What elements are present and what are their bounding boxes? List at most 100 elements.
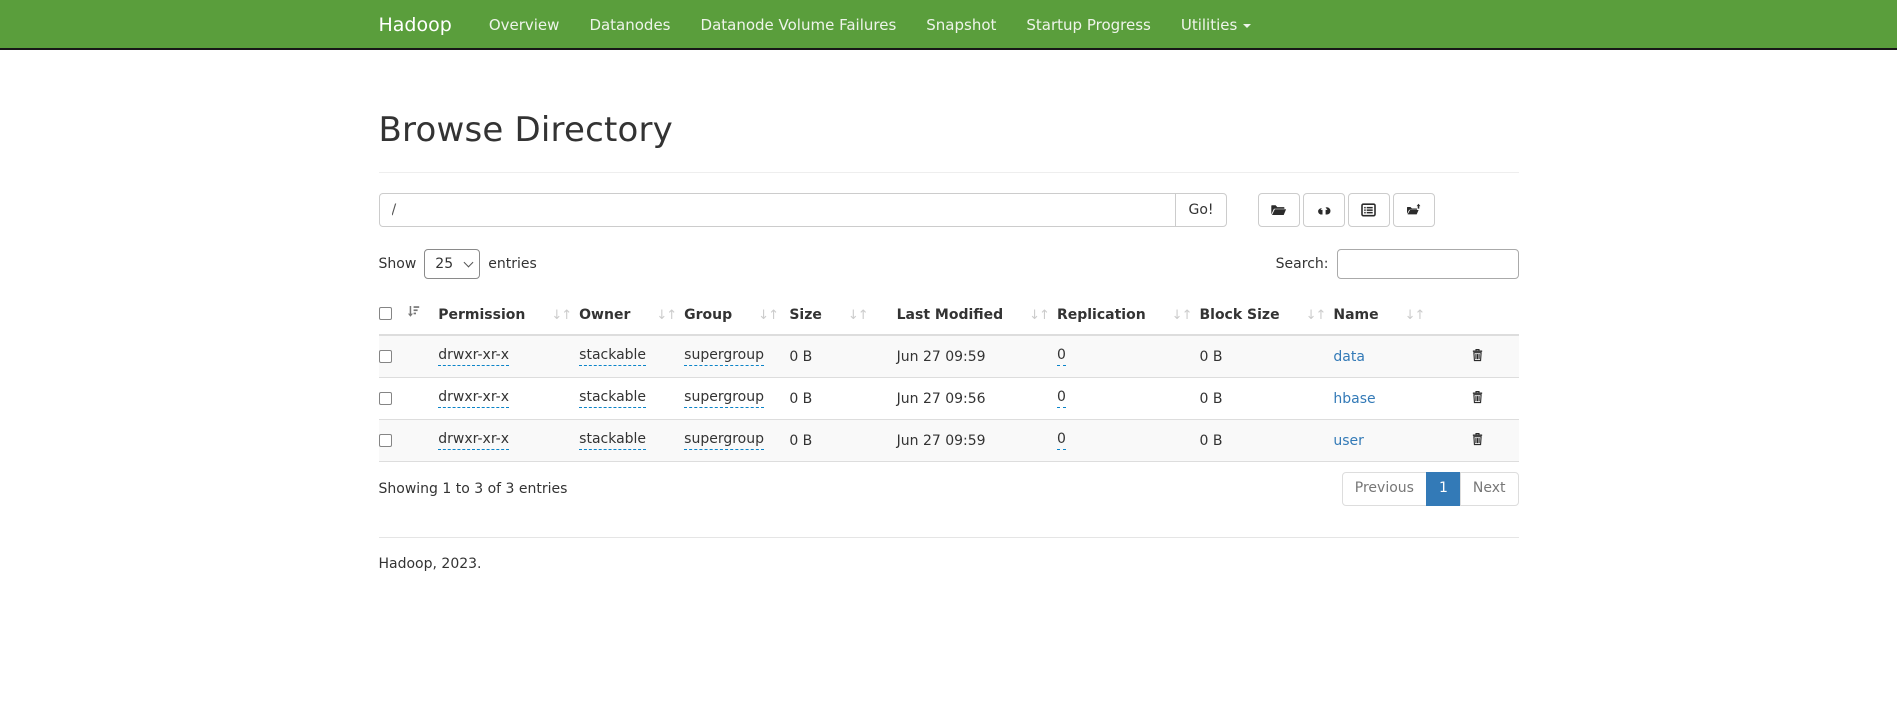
show-entries-control: Show 25 entries (379, 249, 537, 279)
trash-icon (1471, 392, 1484, 407)
upload-files-button[interactable] (1303, 193, 1345, 227)
last-modified-value: Jun 27 09:56 (897, 391, 986, 407)
header-actions (1469, 295, 1518, 335)
size-value: 0 B (789, 391, 812, 407)
upload-icon (1316, 203, 1332, 217)
navbar-links: Overview Datanodes Datanode Volume Failu… (474, 0, 1267, 50)
header-replication[interactable]: Replication↓↑ (1057, 295, 1200, 335)
last-modified-value: Jun 27 09:59 (897, 433, 986, 449)
search-label: Search: (1276, 256, 1329, 272)
nav-datanode-volume-failures[interactable]: Datanode Volume Failures (686, 0, 912, 50)
header-name[interactable]: Name↓↑ (1333, 295, 1469, 335)
sort-by-attributes-icon[interactable] (406, 305, 420, 322)
size-value: 0 B (789, 433, 812, 449)
row-checkbox[interactable] (379, 392, 392, 405)
owner-value[interactable]: stackable (579, 431, 646, 450)
header-owner[interactable]: Owner↓↑ (579, 295, 684, 335)
group-value[interactable]: supergroup (684, 347, 764, 366)
pagination-page-1[interactable]: 1 (1427, 472, 1461, 506)
nav-snapshot[interactable]: Snapshot (911, 0, 1011, 50)
sort-icon: ↓↑ (1306, 308, 1326, 323)
table-row: drwxr-xr-x stackable supergroup 0 B Jun … (379, 378, 1519, 420)
permission-value[interactable]: drwxr-xr-x (438, 389, 509, 408)
delete-button[interactable] (1469, 430, 1486, 451)
list-alt-icon (1361, 203, 1376, 217)
footer-divider (379, 537, 1519, 538)
replication-value[interactable]: 0 (1057, 389, 1066, 408)
sort-icon: ↓↑ (1172, 308, 1192, 323)
permission-value[interactable]: drwxr-xr-x (438, 431, 509, 450)
replication-value[interactable]: 0 (1057, 431, 1066, 450)
sort-icon: ↓↑ (758, 308, 778, 323)
directory-path-input[interactable] (379, 193, 1177, 227)
pagination-next[interactable]: Next (1461, 472, 1519, 506)
cut-paste-button[interactable] (1393, 193, 1435, 227)
create-directory-button[interactable] (1258, 193, 1300, 227)
header-last-modified[interactable]: Last Modified↓↑ (897, 295, 1057, 335)
directory-link[interactable]: hbase (1333, 391, 1375, 407)
last-modified-value: Jun 27 09:59 (897, 349, 986, 365)
nav-utilities-dropdown[interactable]: Utilities (1166, 0, 1266, 50)
block-size-value: 0 B (1199, 349, 1222, 365)
nav-utilities-label: Utilities (1181, 16, 1237, 34)
delete-button[interactable] (1469, 346, 1486, 367)
search-control: Search: (1276, 249, 1519, 279)
table-header-row: Permission↓↑ Owner↓↑ Group↓↑ Size↓↑ Last… (379, 295, 1519, 335)
owner-value[interactable]: stackable (579, 389, 646, 408)
permission-value[interactable]: drwxr-xr-x (438, 347, 509, 366)
footer-text: Hadoop, 2023. (379, 556, 1519, 572)
row-checkbox[interactable] (379, 434, 392, 447)
filter-display-button[interactable] (1348, 193, 1390, 227)
header-permission[interactable]: Permission↓↑ (438, 295, 579, 335)
select-all-checkbox[interactable] (379, 307, 392, 320)
sort-icon: ↓↑ (551, 308, 571, 323)
directory-link[interactable]: user (1333, 433, 1364, 449)
group-value[interactable]: supergroup (684, 389, 764, 408)
file-action-buttons (1258, 193, 1438, 227)
nav-startup-progress[interactable]: Startup Progress (1011, 0, 1165, 50)
sort-icon: ↓↑ (1029, 308, 1049, 323)
replication-value[interactable]: 0 (1057, 347, 1066, 366)
sort-icon: ↓↑ (848, 308, 868, 323)
entries-label: entries (488, 256, 537, 272)
pagination-previous[interactable]: Previous (1342, 472, 1427, 506)
sort-icon: ↓↑ (656, 308, 676, 323)
table-row: drwxr-xr-x stackable supergroup 0 B Jun … (379, 420, 1519, 462)
owner-value[interactable]: stackable (579, 347, 646, 366)
sort-icon: ↓↑ (1405, 308, 1425, 323)
table-controls: Show 25 entries Search: (379, 249, 1519, 279)
header-size[interactable]: Size↓↑ (789, 295, 896, 335)
pagination: Previous 1 Next (1342, 472, 1519, 506)
nav-overview[interactable]: Overview (474, 0, 575, 50)
header-group[interactable]: Group↓↑ (684, 295, 789, 335)
go-button[interactable]: Go! (1175, 193, 1226, 227)
page-title: Browse Directory (379, 110, 1519, 150)
block-size-value: 0 B (1199, 391, 1222, 407)
search-input[interactable] (1337, 249, 1519, 279)
size-value: 0 B (789, 349, 812, 365)
navbar: Hadoop Overview Datanodes Datanode Volum… (0, 0, 1897, 50)
show-label: Show (379, 256, 417, 272)
table-row: drwxr-xr-x stackable supergroup 0 B Jun … (379, 335, 1519, 378)
folder-open-icon (1270, 203, 1287, 217)
trash-icon (1471, 350, 1484, 365)
page-size-value: 25 (435, 256, 453, 272)
chevron-down-icon (464, 258, 474, 268)
row-checkbox[interactable] (379, 350, 392, 363)
directory-table: Permission↓↑ Owner↓↑ Group↓↑ Size↓↑ Last… (379, 295, 1519, 462)
block-size-value: 0 B (1199, 433, 1222, 449)
table-info: Showing 1 to 3 of 3 entries (379, 481, 568, 497)
path-input-group: Go! (379, 193, 1227, 227)
page-header: Browse Directory (379, 50, 1519, 173)
header-block-size[interactable]: Block Size↓↑ (1199, 295, 1333, 335)
folder-move-icon (1406, 203, 1422, 217)
directory-toolbar: Go! (379, 193, 1519, 227)
page-size-select[interactable]: 25 (424, 249, 480, 279)
directory-link[interactable]: data (1333, 349, 1365, 365)
group-value[interactable]: supergroup (684, 431, 764, 450)
trash-icon (1471, 434, 1484, 449)
navbar-brand[interactable]: Hadoop (379, 0, 452, 50)
nav-datanodes[interactable]: Datanodes (574, 0, 685, 50)
delete-button[interactable] (1469, 388, 1486, 409)
caret-down-icon (1243, 24, 1251, 28)
